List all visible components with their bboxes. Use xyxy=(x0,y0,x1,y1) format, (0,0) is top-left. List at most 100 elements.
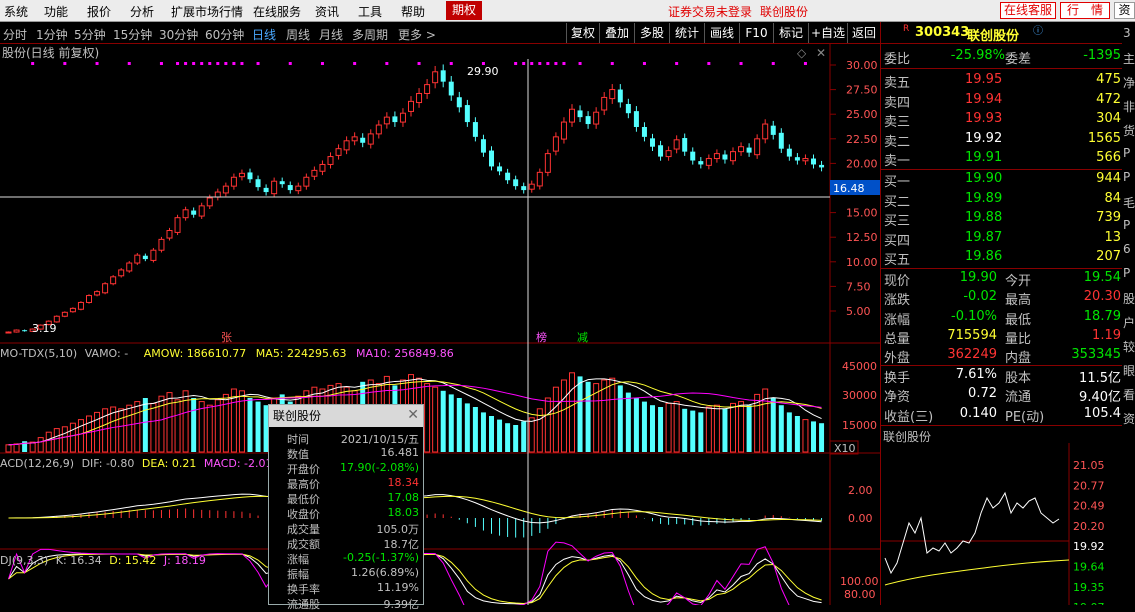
volume-bar[interactable] xyxy=(174,399,181,453)
candle[interactable] xyxy=(673,139,680,150)
candle[interactable] xyxy=(399,112,406,123)
volume-bar[interactable] xyxy=(118,408,125,453)
candle[interactable] xyxy=(416,92,423,104)
popup-close-icon[interactable]: ✕ xyxy=(407,407,419,423)
volume-bar[interactable] xyxy=(738,401,745,453)
menu-help[interactable]: 帮助 xyxy=(401,3,425,20)
volume-bar[interactable] xyxy=(214,399,221,453)
candle[interactable] xyxy=(214,191,221,198)
side-tab[interactable]: P xyxy=(1123,266,1130,280)
side-tab[interactable]: 股 xyxy=(1123,290,1135,307)
candle[interactable] xyxy=(794,157,800,161)
volume-bar[interactable] xyxy=(811,421,816,452)
tool-mark[interactable]: 标记 xyxy=(773,23,808,43)
candle[interactable] xyxy=(247,172,253,180)
candle[interactable] xyxy=(521,186,527,191)
candle[interactable] xyxy=(295,185,302,192)
candle[interactable] xyxy=(335,148,342,156)
volume-bar[interactable] xyxy=(69,422,76,453)
volume-bar[interactable] xyxy=(456,398,462,452)
candle[interactable] xyxy=(786,148,792,157)
volume-bar[interactable] xyxy=(432,386,439,453)
candle[interactable] xyxy=(569,108,575,123)
candle[interactable] xyxy=(601,96,608,111)
volume-bar[interactable] xyxy=(713,404,720,453)
volume-bar[interactable] xyxy=(705,406,712,453)
candle[interactable] xyxy=(424,84,431,94)
candle[interactable] xyxy=(13,329,20,333)
menu-news[interactable]: 资讯 xyxy=(315,3,339,20)
marker-zhang[interactable]: 张 xyxy=(221,331,232,344)
period-30min[interactable]: 30分钟 xyxy=(159,26,198,43)
options-button[interactable]: 期权 xyxy=(446,1,482,20)
volume-bar[interactable] xyxy=(819,423,825,452)
candle[interactable] xyxy=(585,116,591,125)
period-multi[interactable]: 多周期 xyxy=(352,26,388,43)
candle[interactable] xyxy=(819,164,825,168)
side-tab[interactable]: 主 xyxy=(1123,50,1135,67)
ask-row-1[interactable]: 卖一 19.91 566 xyxy=(881,149,1123,169)
volume-bar[interactable] xyxy=(650,405,655,452)
volume-bar[interactable] xyxy=(544,397,551,453)
candle[interactable] xyxy=(609,89,616,100)
period-1min[interactable]: 1分钟 xyxy=(36,26,68,43)
volume-bar[interactable] xyxy=(690,410,696,452)
volume-bar[interactable] xyxy=(134,401,141,453)
candle[interactable] xyxy=(746,147,752,153)
diamond-icon[interactable]: ◇ xyxy=(797,46,807,60)
candle[interactable] xyxy=(263,187,269,193)
volume-bar[interactable] xyxy=(658,407,664,452)
candle[interactable] xyxy=(577,110,583,118)
candle[interactable] xyxy=(762,123,769,140)
volume-bar[interactable] xyxy=(528,417,535,453)
ask-row-2[interactable]: 卖二 19.92 1565 xyxy=(881,130,1123,150)
side-tab[interactable]: P xyxy=(1123,170,1130,184)
candle[interactable] xyxy=(166,230,173,239)
volume-bar[interactable] xyxy=(424,383,431,453)
marker-jian[interactable]: 减 xyxy=(577,331,588,344)
volume-bar[interactable] xyxy=(497,419,503,452)
volume-bar[interactable] xyxy=(625,392,631,452)
side-tab[interactable]: 3 xyxy=(1123,26,1131,40)
quote-button[interactable]: 行 情 xyxy=(1060,2,1110,19)
candle[interactable] xyxy=(360,137,366,143)
candle[interactable] xyxy=(472,122,478,137)
candle[interactable] xyxy=(279,181,285,185)
volume-bar[interactable] xyxy=(673,401,680,453)
volume-bar[interactable] xyxy=(770,398,776,452)
bid-row-4[interactable]: 买四 19.87 13 xyxy=(881,229,1123,249)
tool-f10[interactable]: F10 xyxy=(739,23,773,43)
candle[interactable] xyxy=(593,111,600,125)
side-tab[interactable]: 看 xyxy=(1123,386,1135,403)
candle[interactable] xyxy=(408,100,414,112)
ask-row-4[interactable]: 卖四 19.94 472 xyxy=(881,91,1123,111)
candle[interactable] xyxy=(69,307,76,313)
candle[interactable] xyxy=(730,151,736,162)
volume-bar[interactable] xyxy=(730,402,736,453)
kline-chart[interactable]: 股份(日线 前复权) 29.90 3.19 张 榜 减 ◇ ✕ 30.00 27.… xyxy=(0,44,880,612)
volume-bar[interactable] xyxy=(53,428,60,453)
volume-bar[interactable] xyxy=(641,401,647,452)
candle[interactable] xyxy=(811,158,816,165)
login-status[interactable]: 证券交易未登录 xyxy=(668,3,752,20)
menu-function[interactable]: 功能 xyxy=(44,3,68,20)
menu-online-service[interactable]: 在线服务 xyxy=(253,3,301,20)
candle[interactable] xyxy=(528,183,535,190)
candle[interactable] xyxy=(560,121,567,140)
bid-row-1[interactable]: 买一 19.90 944 xyxy=(881,170,1123,190)
candle[interactable] xyxy=(367,133,374,145)
volume-bar[interactable] xyxy=(698,412,704,452)
chart-area[interactable]: 股份(日线 前复权) 29.90 3.19 张 榜 减 ◇ ✕ 30.00 27.… xyxy=(0,44,880,612)
candle[interactable] xyxy=(86,295,92,303)
menu-extended-market[interactable]: 扩展市场行情 xyxy=(171,3,243,20)
candle[interactable] xyxy=(118,269,125,277)
candle[interactable] xyxy=(287,185,293,191)
volume-bar[interactable] xyxy=(440,390,446,452)
candle[interactable] xyxy=(690,151,696,161)
bid-row-2[interactable]: 买二 19.89 84 xyxy=(881,190,1123,210)
bid-row-5[interactable]: 买五 19.86 207 xyxy=(881,248,1123,268)
tool-multi-stock[interactable]: 多股 xyxy=(634,23,669,43)
volume-bar[interactable] xyxy=(472,407,478,452)
candle-info-popup[interactable]: 联创股份 ✕ 时间 2021/10/15/五 数值 16.481 开盘价 17.90(-2… xyxy=(268,404,424,611)
candle[interactable] xyxy=(327,156,334,165)
